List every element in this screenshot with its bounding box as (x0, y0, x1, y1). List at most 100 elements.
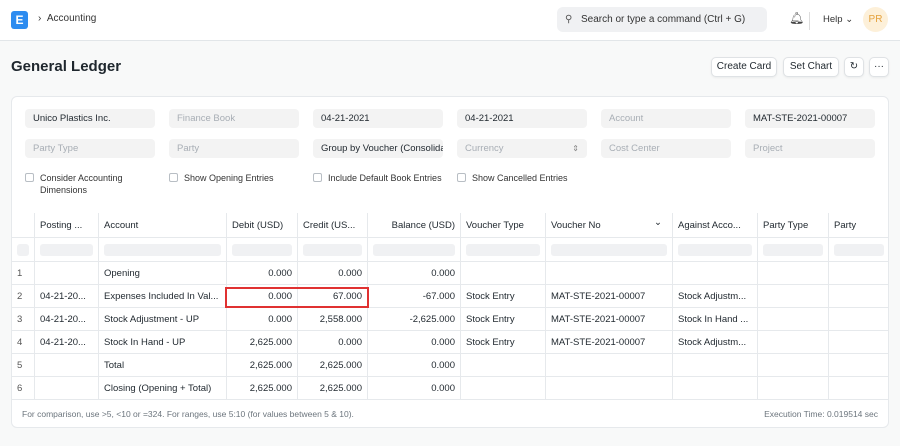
checkbox-include-default-book-entries[interactable]: Include Default Book Entries (313, 172, 448, 184)
cell-col7[interactable] (546, 262, 673, 284)
column-header[interactable]: Posting ... (35, 213, 99, 237)
checkbox-box[interactable] (313, 173, 322, 182)
column-filter-input[interactable] (546, 238, 673, 261)
cell-col3[interactable]: 0.000 (227, 308, 298, 330)
column-filter-input[interactable] (35, 238, 99, 261)
cell-row-number[interactable]: 4 (12, 331, 35, 353)
cell-col8[interactable] (673, 262, 758, 284)
filter-field[interactable] (303, 244, 362, 256)
cell-col5[interactable]: 0.000 (368, 331, 461, 353)
cell-col6[interactable] (461, 377, 546, 399)
cell-row-number[interactable]: 3 (12, 308, 35, 330)
cell-col3[interactable]: 2,625.000 (227, 354, 298, 376)
cell-col5[interactable]: 0.000 (368, 377, 461, 399)
column-header[interactable]: Debit (USD) (227, 213, 298, 237)
column-header[interactable]: Credit (US... (298, 213, 368, 237)
column-filter-input[interactable] (368, 238, 461, 261)
cell-col3[interactable]: 2,625.000 (227, 331, 298, 353)
filter-04-21-2021[interactable]: 04-21-2021 (457, 109, 587, 128)
cell-col4[interactable]: 0.000 (298, 262, 368, 284)
filter-currency[interactable]: Currency⇕ (457, 139, 587, 158)
filter-cost-center[interactable]: Cost Center (601, 139, 731, 158)
checkbox-consider-accounting-dimensions[interactable]: Consider Accounting Dimensions (25, 172, 135, 196)
filter-field[interactable] (373, 244, 455, 256)
cell-col5[interactable]: -67.000 (368, 285, 461, 307)
column-filter-input[interactable] (298, 238, 368, 261)
cell-col6[interactable]: Stock Entry (461, 285, 546, 307)
checkbox-show-opening-entries[interactable]: Show Opening Entries (169, 172, 304, 184)
column-header[interactable]: Balance (USD) (368, 213, 461, 237)
cell-col6[interactable]: Stock Entry (461, 331, 546, 353)
filter-party[interactable]: Party (169, 139, 299, 158)
column-filter-input[interactable] (99, 238, 227, 261)
filter-unico-plastics-inc-[interactable]: Unico Plastics Inc. (25, 109, 155, 128)
filter-group-by-voucher-consolidated-[interactable]: Group by Voucher (Consolidated) (313, 139, 443, 158)
cell-col10[interactable] (829, 377, 889, 399)
cell-col9[interactable] (758, 331, 829, 353)
cell-col2[interactable]: Opening (99, 262, 227, 284)
more-menu-button[interactable]: ··· (869, 57, 889, 77)
cell-col9[interactable] (758, 377, 829, 399)
filter-field[interactable] (551, 244, 667, 256)
cell-col2[interactable]: Stock In Hand - UP (99, 331, 227, 353)
cell-col10[interactable] (829, 308, 889, 330)
cell-col7[interactable]: MAT-STE-2021-00007 (546, 308, 673, 330)
checkbox-show-cancelled-entries[interactable]: Show Cancelled Entries (457, 172, 592, 184)
cell-col6[interactable]: Stock Entry (461, 308, 546, 330)
cell-col5[interactable]: 0.000 (368, 262, 461, 284)
cell-col6[interactable] (461, 262, 546, 284)
cell-col7[interactable] (546, 377, 673, 399)
filter-account[interactable]: Account (601, 109, 731, 128)
cell-col7[interactable]: MAT-STE-2021-00007 (546, 285, 673, 307)
chevron-down-icon[interactable]: ⌄ (654, 217, 662, 228)
avatar[interactable]: PR (863, 7, 888, 32)
column-filter-input[interactable] (12, 238, 35, 261)
column-filter-input[interactable] (461, 238, 546, 261)
cell-row-number[interactable]: 5 (12, 354, 35, 376)
filter-finance-book[interactable]: Finance Book (169, 109, 299, 128)
help-dropdown[interactable]: Help ⌄ (823, 14, 853, 25)
filter-field[interactable] (40, 244, 93, 256)
cell-col2[interactable]: Closing (Opening + Total) (99, 377, 227, 399)
cell-col9[interactable] (758, 354, 829, 376)
cell-col5[interactable]: -2,625.000 (368, 308, 461, 330)
cell-col6[interactable] (461, 354, 546, 376)
app-logo[interactable]: E (11, 11, 28, 29)
cell-col10[interactable] (829, 262, 889, 284)
cell-col2[interactable]: Stock Adjustment - UP (99, 308, 227, 330)
cell-col1[interactable]: 04-21-20... (35, 308, 99, 330)
refresh-icon[interactable]: ↻ (844, 57, 864, 77)
filter-04-21-2021[interactable]: 04-21-2021 (313, 109, 443, 128)
cell-col10[interactable] (829, 285, 889, 307)
checkbox-box[interactable] (169, 173, 178, 182)
filter-field[interactable] (104, 244, 221, 256)
cell-col4[interactable]: 2,625.000 (298, 377, 368, 399)
cell-col8[interactable]: Stock Adjustm... (673, 285, 758, 307)
filter-party-type[interactable]: Party Type (25, 139, 155, 158)
column-filter-input[interactable] (673, 238, 758, 261)
search-bar[interactable]: ⚲Search or type a command (Ctrl + G) (557, 7, 767, 32)
checkbox-box[interactable] (457, 173, 466, 182)
cell-row-number[interactable]: 2 (12, 285, 35, 307)
cell-row-number[interactable]: 6 (12, 377, 35, 399)
breadcrumb[interactable]: › Accounting (38, 13, 96, 24)
breadcrumb-accounting[interactable]: Accounting (47, 13, 96, 24)
cell-col9[interactable] (758, 308, 829, 330)
set-chart-button[interactable]: Set Chart (783, 57, 839, 77)
column-filter-input[interactable] (829, 238, 889, 261)
column-header[interactable]: Party (829, 213, 889, 237)
cell-col4[interactable]: 2,625.000 (298, 354, 368, 376)
create-card-button[interactable]: Create Card (711, 57, 777, 77)
column-header[interactable]: Voucher No⌄ (546, 213, 673, 237)
filter-field[interactable] (232, 244, 292, 256)
cell-col4[interactable]: 2,558.000 (298, 308, 368, 330)
cell-col8[interactable]: Stock Adjustm... (673, 331, 758, 353)
column-header[interactable]: Party Type (758, 213, 829, 237)
cell-col8[interactable]: Stock In Hand ... (673, 308, 758, 330)
filter-field[interactable] (466, 244, 540, 256)
cell-col1[interactable] (35, 354, 99, 376)
cell-col1[interactable]: 04-21-20... (35, 331, 99, 353)
checkbox-box[interactable] (25, 173, 34, 182)
filter-field[interactable] (834, 244, 884, 256)
cell-col1[interactable] (35, 377, 99, 399)
